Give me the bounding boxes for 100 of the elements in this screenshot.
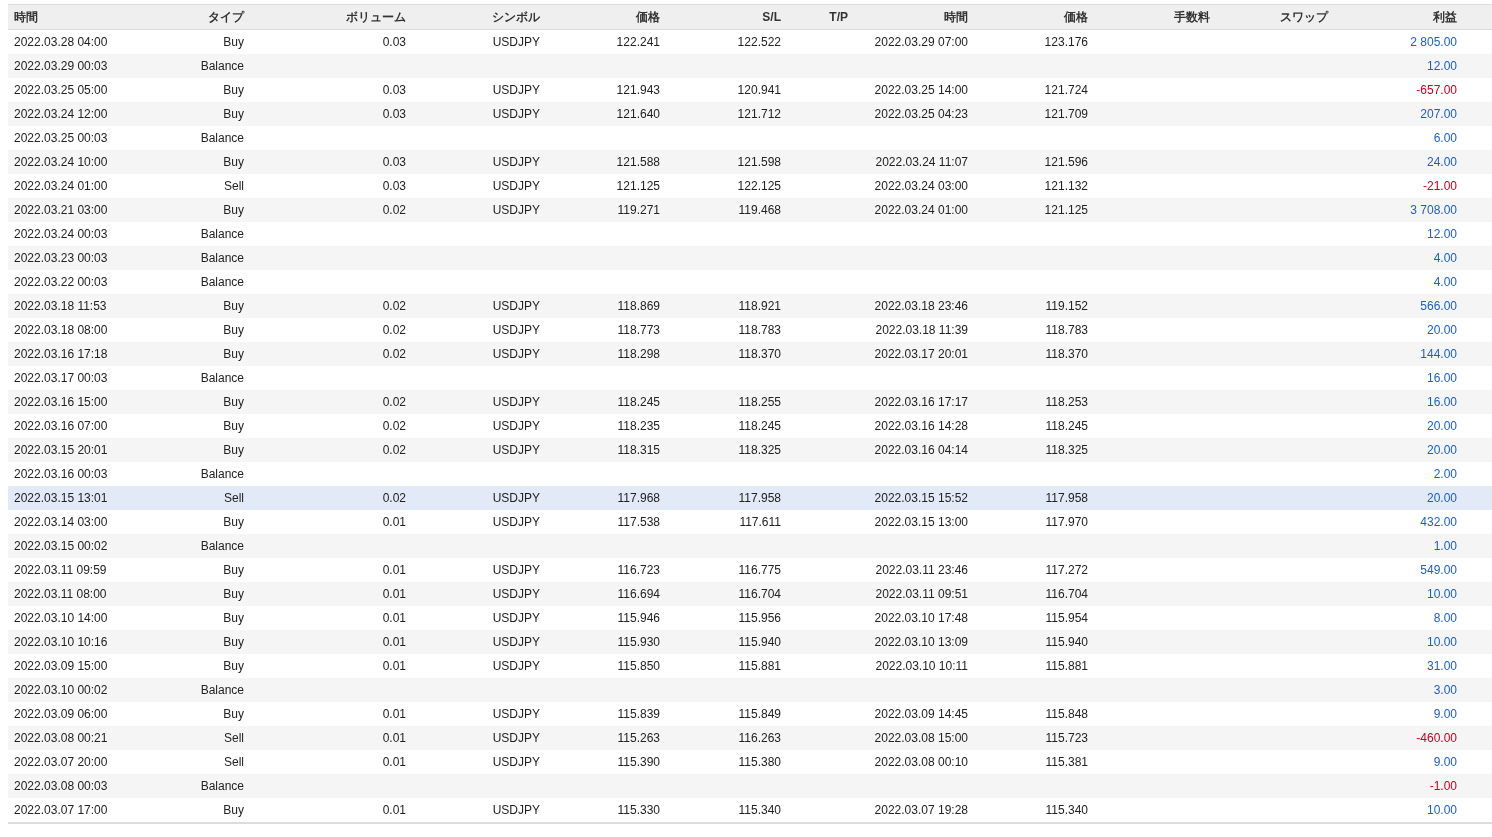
table-cell: 115.956 — [738, 611, 781, 625]
table-cell: 116.704 — [738, 587, 781, 601]
table-cell: Buy — [223, 803, 244, 817]
table-cell: 115.849 — [738, 707, 781, 721]
table-cell: USDJPY — [492, 563, 540, 577]
table-cell: 0.01 — [382, 563, 406, 577]
table-cell: 0.03 — [382, 35, 406, 49]
table-cell: 0.03 — [382, 83, 406, 97]
table-cell: 117.272 — [1045, 563, 1088, 577]
table-row[interactable]: 2022.03.16 15:00 Buy 0.02 USDJPY 118.245 118.255 2022.03.16 17:17 118.253 16.00 — [8, 390, 1492, 414]
table-cell: USDJPY — [492, 347, 540, 361]
table-row[interactable]: 2022.03.10 00:02 Balance 3.00 — [8, 678, 1492, 702]
table-cell: 2022.03.16 14:28 — [874, 419, 968, 433]
table-cell: 2022.03.29 00:03 — [14, 59, 108, 73]
table-cell: 121.709 — [1044, 107, 1088, 121]
table-cell: 116.263 — [738, 731, 781, 745]
table-row[interactable]: 2022.03.16 17:18 Buy 0.02 USDJPY 118.298 118.370 2022.03.17 20:01 118.370 144.00 — [8, 342, 1492, 366]
table-row[interactable]: 2022.03.11 08:00 Buy 0.01 USDJPY 116.694 116.704 2022.03.11 09:51 116.704 10.00 — [8, 582, 1492, 606]
table-cell: 0.01 — [382, 707, 406, 721]
table-cell: 123.176 — [1044, 35, 1088, 49]
table-row[interactable]: 2022.03.24 10:00 Buy 0.03 USDJPY 121.588 121.598 2022.03.24 11:07 121.596 24.00 — [8, 150, 1492, 174]
table-cell: USDJPY — [492, 635, 540, 649]
table-cell: 2022.03.09 15:00 — [14, 659, 108, 673]
table-cell: 16.00 — [1426, 371, 1457, 385]
table-cell: 9.00 — [1433, 755, 1457, 769]
table-cell: 115.881 — [738, 659, 781, 673]
table-cell: 118.370 — [1045, 347, 1088, 361]
table-cell: -657.00 — [1416, 83, 1457, 97]
table-cell: 116.704 — [1045, 587, 1088, 601]
table-cell: 121.132 — [1044, 179, 1088, 193]
table-row[interactable]: 2022.03.18 11:53 Buy 0.02 USDJPY 118.869 118.921 2022.03.18 23:46 119.152 566.00 — [8, 294, 1492, 318]
table-row[interactable]: 2022.03.08 00:03 Balance -1.00 — [8, 774, 1492, 798]
table-cell: 2022.03.10 00:02 — [14, 683, 108, 697]
table-cell: 118.245 — [738, 419, 781, 433]
table-cell: 119.271 — [617, 203, 660, 217]
table-cell: 2022.03.15 00:02 — [14, 539, 108, 553]
table-cell: Buy — [223, 395, 244, 409]
table-cell: 122.125 — [737, 179, 781, 193]
table-cell: Sell — [224, 755, 244, 769]
table-cell: 117.538 — [617, 515, 660, 529]
table-cell: 121.125 — [616, 179, 660, 193]
table-cell: 115.954 — [1045, 611, 1088, 625]
table-cell: 118.325 — [738, 443, 781, 457]
column-header: ボリューム — [346, 8, 406, 26]
table-cell: 20.00 — [1426, 491, 1457, 505]
table-cell: 2022.03.16 00:03 — [14, 467, 108, 481]
table-cell: 117.958 — [1045, 491, 1088, 505]
table-row[interactable]: 2022.03.29 00:03 Balance 12.00 — [8, 54, 1492, 78]
table-cell: 2022.03.18 11:39 — [875, 323, 968, 337]
table-row[interactable]: 2022.03.24 12:00 Buy 0.03 USDJPY 121.640 121.712 2022.03.25 04:23 121.709 207.00 — [8, 102, 1492, 126]
table-cell: 115.340 — [738, 803, 781, 817]
column-header: 時間 — [14, 8, 38, 26]
table-cell: 2022.03.11 23:46 — [875, 563, 968, 577]
table-cell: 117.970 — [1045, 515, 1088, 529]
table-cell: Buy — [223, 299, 244, 313]
table-cell: 2022.03.18 11:53 — [14, 299, 107, 313]
table-cell: 115.946 — [617, 611, 660, 625]
table-cell: Balance — [200, 275, 244, 289]
table-cell: 0.02 — [382, 491, 406, 505]
table-cell: 12.00 — [1426, 227, 1457, 241]
table-cell: 2022.03.18 08:00 — [14, 323, 108, 337]
table-cell: USDJPY — [492, 299, 540, 313]
table-row[interactable]: 2022.03.15 00:02 Balance 1.00 — [8, 534, 1492, 558]
table-cell: 118.869 — [617, 299, 660, 313]
table-cell: USDJPY — [492, 803, 540, 817]
table-cell: 2022.03.14 03:00 — [14, 515, 108, 529]
table-cell: 2022.03.17 20:01 — [874, 347, 968, 361]
table-cell: 207.00 — [1420, 107, 1457, 121]
table-row[interactable]: 2022.03.08 00:21 Sell 0.01 USDJPY 115.263 116.263 2022.03.08 15:00 115.723 -460.00 — [8, 726, 1492, 750]
table-row[interactable]: 2022.03.15 13:01 Sell 0.02 USDJPY 117.968 117.958 2022.03.15 15:52 117.958 20.00 — [8, 486, 1492, 510]
table-cell: 2022.03.23 00:03 — [14, 251, 108, 265]
table-cell: 4.00 — [1433, 251, 1457, 265]
table-cell: Sell — [224, 179, 244, 193]
table-cell: 1.00 — [1433, 539, 1457, 553]
column-header: スワップ — [1280, 8, 1328, 26]
table-cell: 2022.03.07 19:28 — [874, 803, 968, 817]
table-row[interactable]: 2022.03.10 10:16 Buy 0.01 USDJPY 115.930 115.940 2022.03.10 13:09 115.940 10.00 — [8, 630, 1492, 654]
table-cell: 9.00 — [1433, 707, 1457, 721]
table-cell: -460.00 — [1416, 731, 1457, 745]
table-cell: -1.00 — [1429, 779, 1457, 793]
table-cell: 12.00 — [1426, 59, 1457, 73]
table-cell: 2022.03.25 05:00 — [14, 83, 108, 97]
table-cell: 115.340 — [1045, 803, 1088, 817]
table-cell: 3 708.00 — [1410, 203, 1457, 217]
table-cell: 0.01 — [382, 635, 406, 649]
table-cell: Buy — [223, 35, 244, 49]
table-cell: Buy — [223, 587, 244, 601]
table-cell: 2022.03.11 09:59 — [14, 563, 107, 577]
table-row[interactable]: 2022.03.15 20:01 Buy 0.02 USDJPY 118.315 118.325 2022.03.16 04:14 118.325 20.00 — [8, 438, 1492, 462]
table-cell: Balance — [200, 59, 244, 73]
table-row[interactable]: 2022.03.23 00:03 Balance 4.00 — [8, 246, 1492, 270]
table-row[interactable]: 2022.03.21 03:00 Buy 0.02 USDJPY 119.271 119.468 2022.03.24 01:00 121.125 3 708.00 — [8, 198, 1492, 222]
table-cell: 10.00 — [1426, 587, 1457, 601]
table-cell: 2022.03.25 04:23 — [874, 107, 968, 121]
table-cell: 2022.03.21 03:00 — [14, 203, 108, 217]
table-cell: USDJPY — [492, 155, 540, 169]
table-cell: 121.943 — [616, 83, 660, 97]
table-cell: USDJPY — [492, 107, 540, 121]
table-cell: USDJPY — [492, 611, 540, 625]
table-cell: 121.712 — [737, 107, 781, 121]
